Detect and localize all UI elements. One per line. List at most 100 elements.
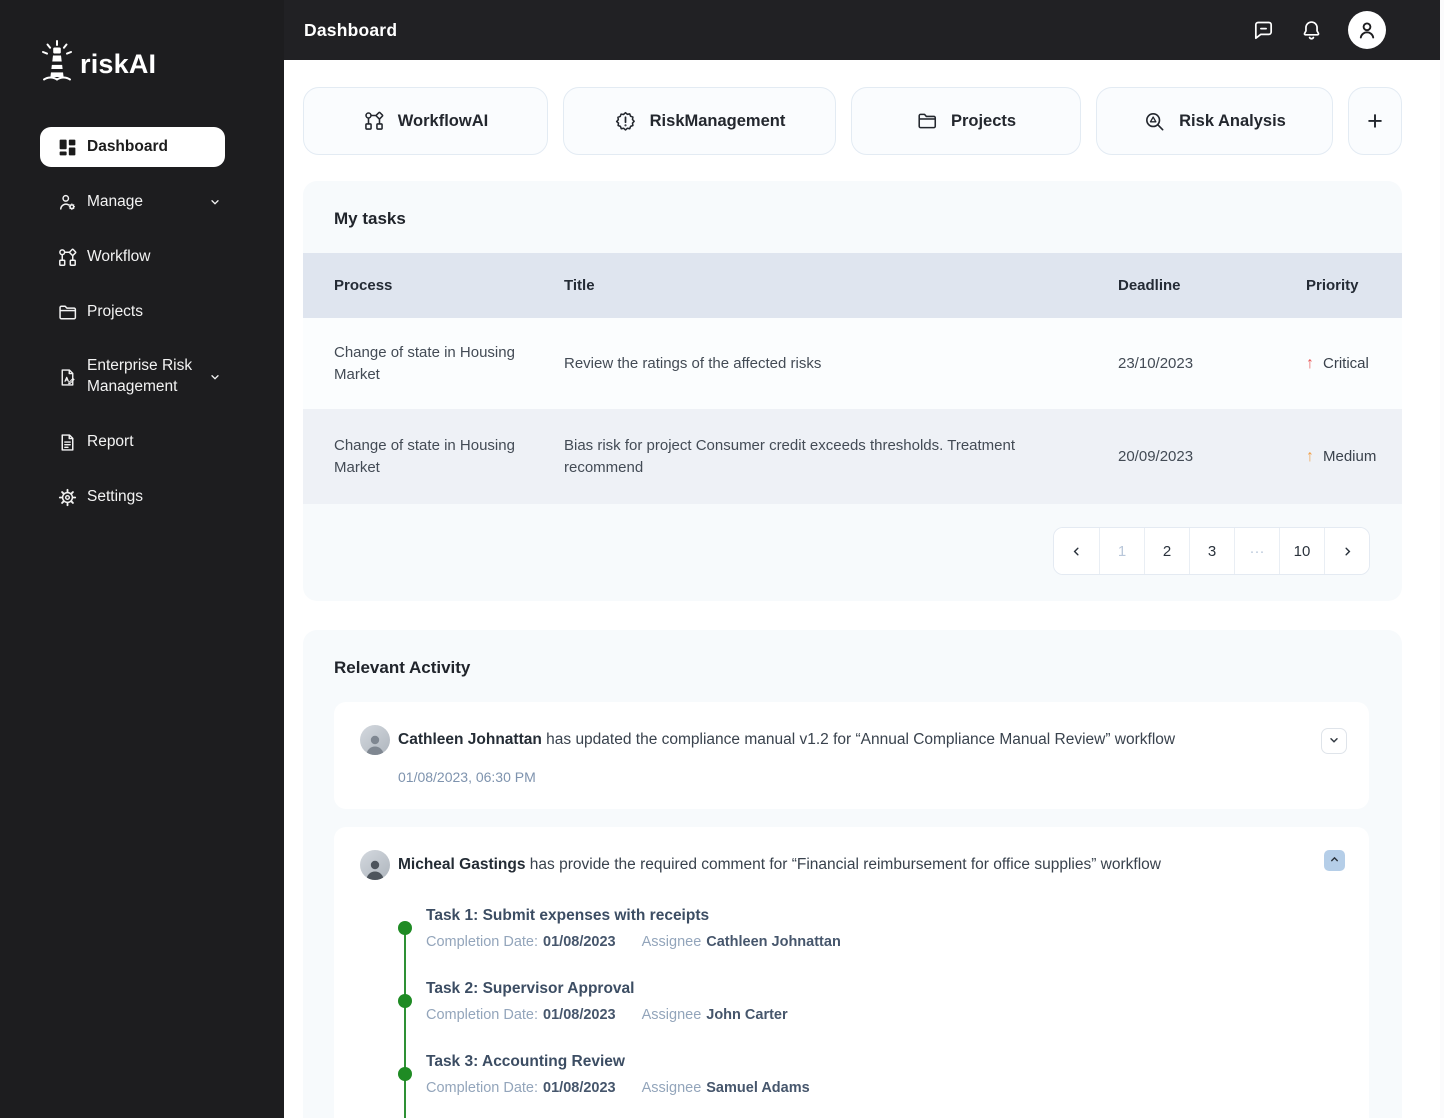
quick-action-label: WorkflowAI bbox=[397, 111, 489, 130]
timeline-task: Task 3: Accounting Review Completion Dat… bbox=[398, 1053, 1309, 1096]
pagination-page-10[interactable]: 10 bbox=[1279, 528, 1324, 574]
quick-action-label: RiskManagement bbox=[649, 111, 786, 130]
activity-item: Cathleen Johnattan has updated the compl… bbox=[334, 702, 1369, 809]
add-quick-action-button[interactable]: + bbox=[1348, 87, 1402, 155]
chevron-down-icon bbox=[209, 371, 221, 383]
quick-action-workflowai[interactable]: WorkflowAI bbox=[303, 87, 548, 155]
sidebar-item-enterprise-risk-management[interactable]: Enterprise Risk Management bbox=[40, 347, 225, 407]
gear-icon bbox=[57, 487, 78, 508]
user-avatar[interactable] bbox=[1348, 11, 1386, 49]
sidebar-item-label: Projects bbox=[87, 302, 143, 320]
sidebar-item-report[interactable]: Report bbox=[40, 422, 225, 462]
page-title: Dashboard bbox=[304, 19, 398, 40]
chat-icon[interactable] bbox=[1252, 19, 1275, 42]
pagination: 1 2 3 ··· 10 bbox=[1053, 527, 1370, 575]
timeline-dot-icon bbox=[398, 1067, 412, 1081]
main-content: WorkflowAI RiskManagement Projects Risk … bbox=[284, 60, 1444, 1118]
column-header-priority: Priority bbox=[1306, 276, 1359, 294]
quick-action-label: Projects bbox=[950, 111, 1017, 130]
document-risk-icon bbox=[57, 367, 78, 388]
sidebar-item-settings[interactable]: Settings bbox=[40, 477, 225, 517]
completion-date-value: 01/08/2023 bbox=[543, 1080, 616, 1096]
chevron-down-icon bbox=[209, 196, 221, 208]
plus-icon: + bbox=[1367, 105, 1383, 136]
relevant-activity-card: Relevant Activity Cathleen Johnattan has… bbox=[303, 630, 1402, 1118]
activity-timestamp: 01/08/2023, 06:30 PM bbox=[398, 769, 536, 785]
avatar bbox=[360, 850, 390, 880]
sidebar-item-label: Manage bbox=[87, 192, 144, 210]
sidebar-item-manage[interactable]: Manage bbox=[40, 182, 225, 222]
sidebar-item-workflow[interactable]: Workflow bbox=[40, 237, 225, 277]
activity-text: Cathleen Johnattan has updated the compl… bbox=[398, 725, 1175, 755]
pagination-page-3[interactable]: 3 bbox=[1189, 528, 1234, 574]
completion-date-value: 01/08/2023 bbox=[543, 1007, 616, 1023]
priority-label: Critical bbox=[1323, 354, 1369, 372]
sidebar-nav: Dashboard Manage Workflow Projects Enter… bbox=[40, 127, 225, 532]
priority-arrow-icon: ↑ bbox=[1306, 354, 1314, 372]
pagination-row: 1 2 3 ··· 10 bbox=[303, 504, 1402, 575]
assignee-label: Assignee bbox=[641, 1007, 702, 1023]
my-tasks-card: My tasks Process Title Deadline Priority… bbox=[303, 181, 1402, 601]
workflow-task-timeline: Task 1: Submit expenses with receipts Co… bbox=[398, 907, 1309, 1118]
workflow-icon bbox=[363, 110, 385, 132]
pagination-ellipsis: ··· bbox=[1234, 528, 1279, 574]
risk-search-icon bbox=[1143, 110, 1166, 133]
table-row[interactable]: Change of state in Housing Market Bias r… bbox=[303, 409, 1402, 504]
avatar bbox=[360, 725, 390, 755]
quick-action-projects[interactable]: Projects bbox=[851, 87, 1081, 155]
task-meta: Completion Date: 01/08/2023 Assignee Samuel… bbox=[426, 1080, 1309, 1096]
sidebar: riskAI Dashboard Manage Workflow Project… bbox=[0, 0, 284, 1118]
activity-user: Micheal Gastings bbox=[398, 856, 526, 873]
task-priority: ↑ Critical bbox=[1306, 353, 1402, 375]
task-process: Change of state in Housing Market bbox=[334, 343, 515, 383]
expand-activity-button[interactable] bbox=[1321, 728, 1347, 754]
sidebar-item-label: Workflow bbox=[87, 247, 151, 265]
completion-date-label: Completion Date: bbox=[426, 1007, 539, 1023]
activity-user: Cathleen Johnattan bbox=[398, 731, 542, 748]
my-tasks-title: My tasks bbox=[334, 209, 406, 228]
sidebar-item-label: Report bbox=[87, 432, 134, 450]
task-meta: Completion Date: 01/08/2023 Assignee Cathle… bbox=[426, 934, 1309, 950]
priority-arrow-icon: ↑ bbox=[1306, 447, 1314, 465]
timeline-dot-icon bbox=[398, 994, 412, 1008]
report-icon bbox=[57, 432, 78, 453]
scrollbar-track[interactable] bbox=[1440, 0, 1444, 1118]
task-title: Task 3: Accounting Review bbox=[426, 1053, 625, 1070]
chevron-up-icon bbox=[1329, 853, 1340, 868]
quick-actions: WorkflowAI RiskManagement Projects Risk … bbox=[303, 87, 1444, 155]
column-header-title: Title bbox=[564, 276, 595, 294]
activity-text: Micheal Gastings has provide the require… bbox=[398, 850, 1161, 880]
assignee-label: Assignee bbox=[641, 1080, 702, 1096]
task-meta: Completion Date: 01/08/2023 Assignee John C… bbox=[426, 1007, 1309, 1023]
column-header-deadline: Deadline bbox=[1118, 276, 1181, 294]
table-row[interactable]: Change of state in Housing Market Review… bbox=[303, 318, 1402, 409]
relevant-activity-title: Relevant Activity bbox=[334, 658, 471, 677]
app-logo: riskAI bbox=[36, 38, 156, 91]
activity-header: Cathleen Johnattan has updated the compl… bbox=[360, 725, 1309, 755]
dashboard-icon bbox=[57, 137, 78, 158]
column-header-process: Process bbox=[334, 276, 393, 294]
pagination-next-button[interactable] bbox=[1324, 528, 1369, 574]
sidebar-item-label: Enterprise Risk Management bbox=[87, 357, 193, 395]
quick-action-riskmanagement[interactable]: RiskManagement bbox=[563, 87, 836, 155]
assignee-label: Assignee bbox=[641, 934, 702, 950]
quick-action-risk-analysis[interactable]: Risk Analysis bbox=[1096, 87, 1333, 155]
task-process: Change of state in Housing Market bbox=[334, 436, 515, 476]
sidebar-item-projects[interactable]: Projects bbox=[40, 292, 225, 332]
task-priority: ↑ Medium bbox=[1306, 446, 1402, 468]
pagination-page-2[interactable]: 2 bbox=[1144, 528, 1189, 574]
timeline-dot-icon bbox=[398, 921, 412, 935]
risk-badge-icon bbox=[614, 110, 637, 133]
activity-header: Micheal Gastings has provide the require… bbox=[360, 850, 1309, 880]
sidebar-item-dashboard[interactable]: Dashboard bbox=[40, 127, 225, 167]
bell-icon[interactable] bbox=[1300, 19, 1323, 42]
topbar-icons bbox=[1252, 11, 1386, 49]
collapse-activity-button[interactable] bbox=[1324, 850, 1345, 871]
assignee-value: John Carter bbox=[706, 1007, 788, 1023]
pagination-prev-button[interactable] bbox=[1054, 528, 1099, 574]
activity-description: has provide the required comment for “Fi… bbox=[529, 856, 1161, 873]
task-title: Task 2: Supervisor Approval bbox=[426, 980, 635, 997]
topbar: Dashboard bbox=[284, 0, 1444, 60]
quick-action-label: Risk Analysis bbox=[1179, 111, 1286, 130]
pagination-page-1[interactable]: 1 bbox=[1099, 528, 1144, 574]
